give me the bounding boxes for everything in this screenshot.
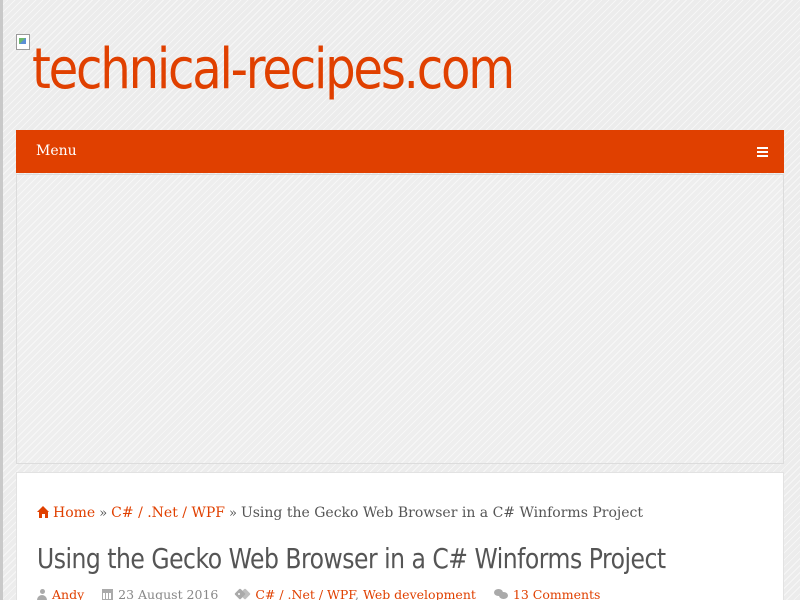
breadcrumb-separator: » — [228, 506, 237, 521]
hamburger-icon[interactable] — [757, 146, 768, 157]
breadcrumb-current: Using the Gecko Web Browser in a C# Winf… — [240, 505, 643, 521]
meta-author: Andy — [37, 587, 84, 600]
post-date: 23 August 2016 — [118, 587, 219, 600]
home-icon — [37, 506, 50, 518]
meta-categories: C# / .Net / WPF, Web development — [234, 587, 476, 600]
broken-image-icon — [16, 34, 30, 50]
comments-link[interactable]: 13 Comments — [513, 587, 601, 600]
menu-label[interactable]: Menu — [36, 130, 77, 173]
ad-placeholder — [16, 174, 784, 464]
page-left-edge — [0, 0, 3, 600]
user-icon — [37, 589, 47, 600]
breadcrumb-category-link[interactable]: C# / .Net / WPF — [111, 505, 225, 521]
main-menu-bar[interactable]: Menu — [16, 130, 784, 173]
breadcrumb-separator: » — [99, 506, 108, 521]
comments-icon — [493, 589, 508, 600]
category-link-csharp[interactable]: C# / .Net / WPF — [255, 587, 355, 600]
tags-icon — [234, 588, 252, 600]
meta-date: 23 August 2016 — [102, 587, 218, 600]
breadcrumb-home-label: Home — [53, 505, 96, 521]
post-meta: Andy 23 August 2016 C# / .Net / WPF, Web… — [37, 585, 614, 600]
site-header: technical-recipes.com — [16, 34, 576, 110]
author-link[interactable]: Andy — [52, 587, 84, 600]
category-separator: , — [355, 587, 363, 600]
post-title: Using the Gecko Web Browser in a C# Winf… — [37, 542, 666, 575]
meta-comments: 13 Comments — [493, 587, 601, 600]
breadcrumb: Home» C# / .Net / WPF» Using the Gecko Web… — [37, 503, 643, 524]
post-content-card: Home» C# / .Net / WPF» Using the Gecko Web… — [16, 472, 784, 600]
calendar-icon — [102, 589, 114, 600]
breadcrumb-home-link[interactable]: Home — [37, 505, 95, 521]
site-logo-link[interactable]: technical-recipes.com — [32, 32, 515, 108]
category-link-webdev[interactable]: Web development — [363, 587, 476, 600]
